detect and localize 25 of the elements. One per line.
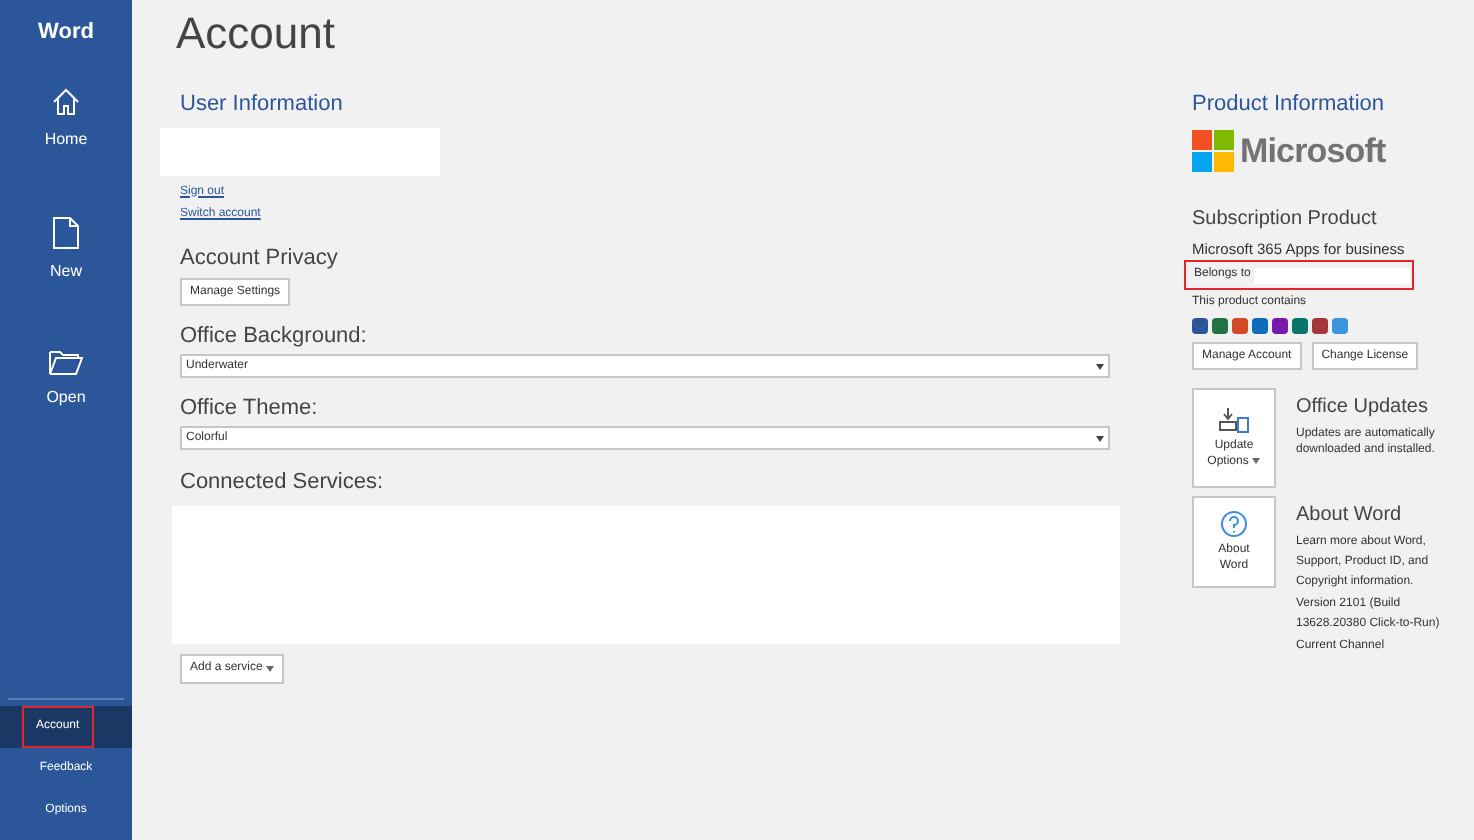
section-title: Account Privacy [180,243,340,273]
caret-icon [1252,458,1261,465]
windows-logo-icon [1192,129,1234,172]
section-title: Connected Services: [180,468,385,498]
subscription-title: Subscription Product [1192,206,1379,234]
section-title: Office Updates [1296,394,1430,423]
caret-icon [266,665,275,671]
caret-icon [1096,363,1104,369]
section-title: About Word [1296,502,1404,531]
caret-icon [1096,435,1104,441]
field-label: Office Theme: [180,394,320,422]
section-title: Product Information [1192,90,1386,120]
field-label: Office Background: [180,322,369,350]
nav-item[interactable]: New [0,211,132,287]
folder-icon [48,347,84,375]
nav-item[interactable]: Home [0,81,132,155]
section-title: User Information [180,90,345,120]
nav-item[interactable]: Open [0,343,132,413]
app-name: Word [36,18,96,48]
document-icon [52,215,80,249]
help-icon [1220,510,1248,539]
brand-wordmark: Microsoft [1240,129,1386,173]
house-icon [50,85,82,117]
download-icon [1218,406,1250,435]
page-title: Account [176,6,337,62]
